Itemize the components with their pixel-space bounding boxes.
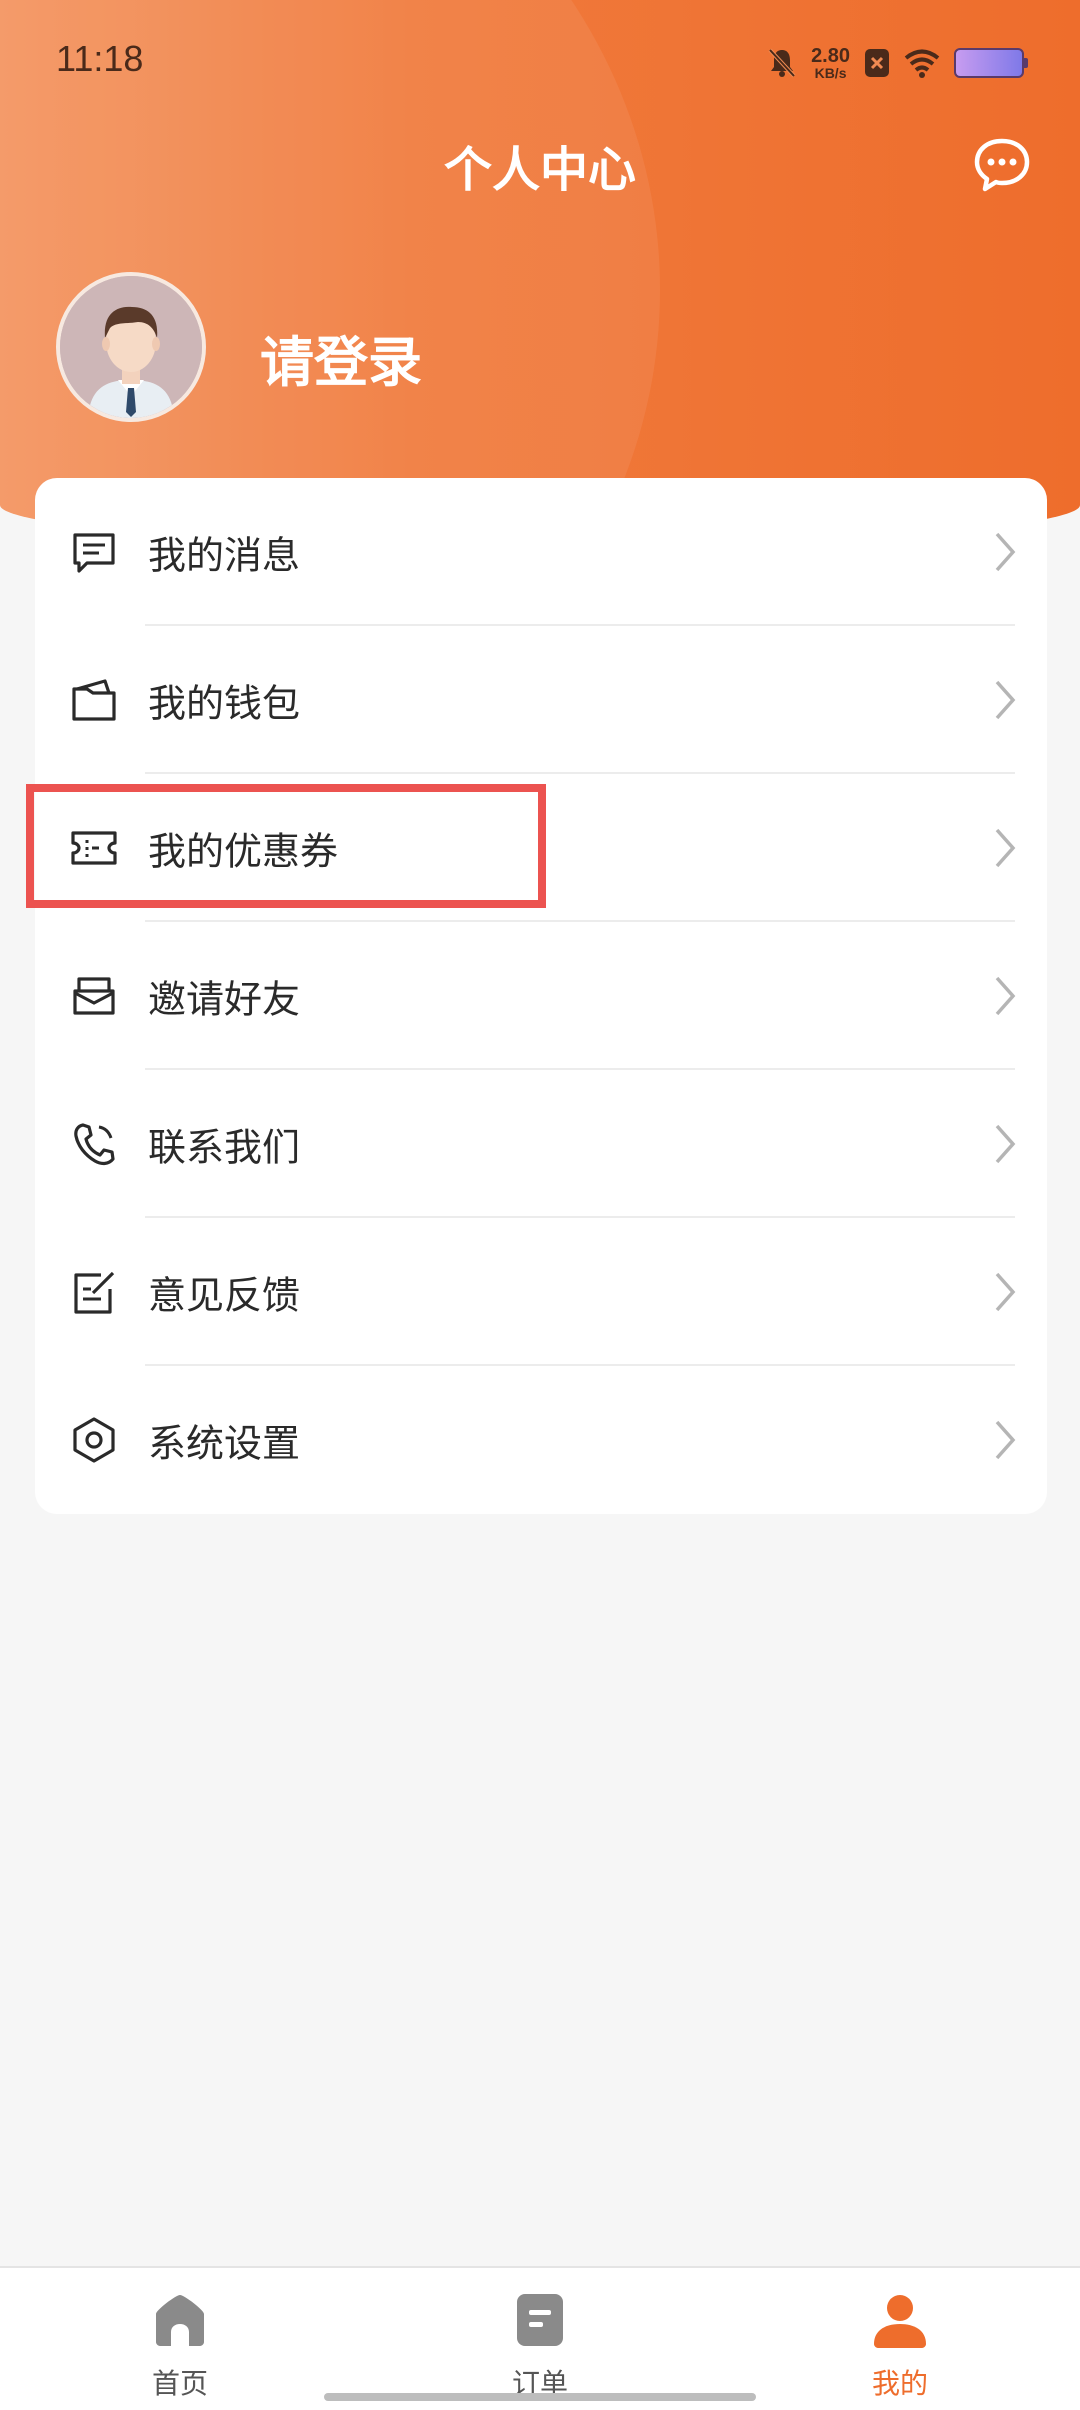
menu-item-label: 我的钱包	[148, 681, 301, 726]
feedback-icon	[74, 1271, 115, 1314]
net-speed-unit: KB/s	[814, 65, 847, 81]
avatar-man-image	[60, 276, 202, 418]
chevron-right-icon	[995, 680, 1016, 720]
menu-item-label: 我的消息	[148, 533, 301, 578]
menu-item-wallet[interactable]: 我的钱包	[35, 626, 1047, 774]
sim-x-icon	[865, 49, 889, 77]
menu-item-settings[interactable]: 系统设置	[35, 1366, 1047, 1514]
chat-bubble-icon[interactable]	[972, 135, 1032, 195]
tab-label: 我的	[871, 2367, 928, 2400]
invite-icon	[73, 977, 115, 1015]
tab-profile[interactable]: 我的	[800, 2268, 1000, 2410]
net-speed: 2.80 KB/s	[811, 46, 850, 80]
menu-item-messages[interactable]: 我的消息	[35, 478, 1047, 626]
chevron-right-icon	[995, 828, 1016, 868]
chevron-right-icon	[995, 976, 1016, 1016]
chevron-right-icon	[995, 1124, 1016, 1164]
chevron-right-icon	[995, 532, 1016, 572]
page-title: 个人中心	[443, 142, 636, 198]
highlight-box	[26, 784, 546, 908]
message-icon	[73, 533, 115, 573]
menu-item-invite[interactable]: 邀请好友	[35, 922, 1047, 1070]
bell-muted-icon	[768, 48, 796, 78]
menu-item-label: 联系我们	[148, 1125, 301, 1170]
status-bar: 11:18 2.80 KB/s	[0, 0, 1080, 126]
menu-item-label: 系统设置	[148, 1421, 301, 1466]
menu-item-label: 意见反馈	[148, 1273, 301, 1318]
tab-bar: 首页 订单 我的	[0, 2266, 1080, 2410]
menu-item-label: 邀请好友	[148, 977, 301, 1022]
net-speed-value: 2.80	[811, 45, 850, 67]
login-prompt[interactable]: 请登录	[260, 318, 422, 397]
chevron-right-icon	[995, 1272, 1016, 1312]
order-icon	[517, 2294, 563, 2346]
menu-card: 我的消息 我的钱包 我的优惠券 邀请好友 联系我们 意见反馈 系统设置	[35, 478, 1047, 1514]
home-indicator[interactable]	[324, 2393, 756, 2401]
tab-label: 首页	[151, 2367, 208, 2400]
menu-item-contact[interactable]: 联系我们	[35, 1070, 1047, 1218]
battery-icon	[954, 48, 1028, 78]
chevron-right-icon	[995, 1420, 1016, 1460]
settings-icon	[73, 1417, 115, 1463]
home-icon	[156, 2295, 204, 2346]
phone-icon	[74, 1123, 115, 1166]
menu-item-feedback[interactable]: 意见反馈	[35, 1218, 1047, 1366]
status-time: 11:18	[56, 38, 144, 79]
status-icons: 2.80 KB/s	[767, 42, 1028, 84]
user-icon	[874, 2295, 926, 2348]
avatar[interactable]	[56, 272, 206, 422]
wallet-icon	[72, 679, 116, 721]
tab-home[interactable]: 首页	[80, 2268, 280, 2410]
tab-orders[interactable]: 订单	[440, 2268, 640, 2410]
wifi-icon	[904, 49, 940, 78]
